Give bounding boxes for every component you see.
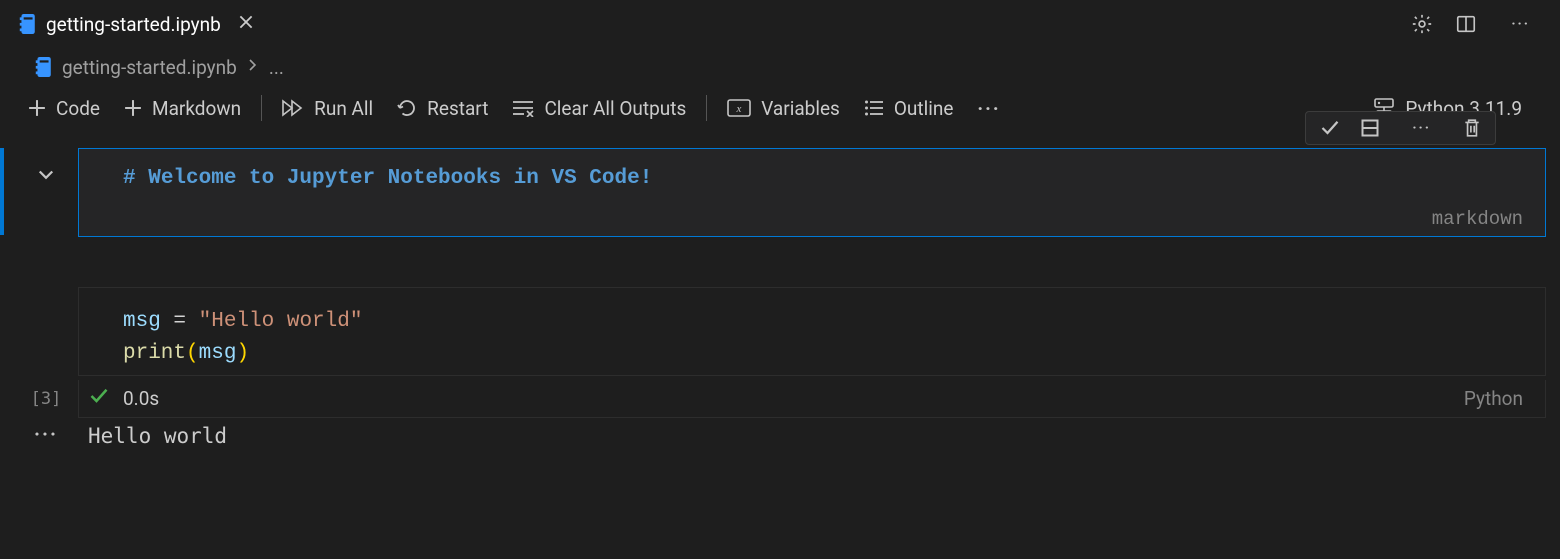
run-all-button[interactable]: Run All bbox=[270, 97, 385, 120]
svg-text:x: x bbox=[736, 103, 742, 115]
outline-label: Outline bbox=[894, 97, 954, 120]
code-line: msg = "Hello world" bbox=[123, 306, 1523, 338]
check-icon[interactable] bbox=[1320, 118, 1340, 138]
tab-bar: getting-started.ipynb ··· bbox=[0, 0, 1560, 48]
chevron-right-icon bbox=[247, 57, 259, 77]
separator bbox=[706, 95, 707, 121]
execution-count: [3] bbox=[14, 389, 78, 409]
more-icon[interactable]: ··· bbox=[1499, 16, 1542, 32]
focus-indicator bbox=[0, 148, 4, 235]
restart-icon bbox=[397, 98, 417, 118]
code-cell[interactable]: msg = "Hello world" print(msg) bbox=[14, 287, 1546, 376]
cell-language-label[interactable]: Python bbox=[1464, 387, 1523, 410]
breadcrumb-file[interactable]: getting-started.ipynb bbox=[62, 56, 237, 79]
variables-button[interactable]: x Variables bbox=[715, 97, 852, 120]
outline-icon bbox=[864, 99, 884, 117]
cell-output: ··· Hello world bbox=[14, 422, 1546, 448]
markdown-editor[interactable]: # Welcome to Jupyter Notebooks in VS Cod… bbox=[78, 148, 1546, 237]
run-all-label: Run All bbox=[314, 97, 373, 120]
success-icon bbox=[89, 386, 109, 411]
split-editor-icon[interactable] bbox=[1455, 13, 1477, 35]
plus-icon bbox=[124, 99, 142, 117]
chevron-down-icon[interactable] bbox=[36, 164, 56, 188]
trash-icon[interactable] bbox=[1463, 118, 1481, 138]
code-editor[interactable]: msg = "Hello world" print(msg) bbox=[78, 287, 1546, 376]
cell-language-label[interactable]: markdown bbox=[123, 208, 1523, 230]
breadcrumb[interactable]: getting-started.ipynb ... bbox=[0, 48, 1560, 86]
run-all-icon bbox=[282, 98, 304, 118]
output-text: Hello world bbox=[78, 422, 1546, 448]
close-icon[interactable] bbox=[237, 12, 255, 36]
breadcrumb-more[interactable]: ... bbox=[269, 56, 284, 79]
plus-icon bbox=[28, 99, 46, 117]
code-line: print(msg) bbox=[123, 338, 1523, 370]
cell-action-bar: ··· bbox=[1305, 111, 1496, 145]
restart-label: Restart bbox=[427, 97, 488, 120]
add-code-label: Code bbox=[56, 97, 100, 120]
notebook-icon bbox=[34, 57, 52, 77]
clear-outputs-button[interactable]: Clear All Outputs bbox=[500, 97, 698, 120]
execution-status: [3] 0.0s Python bbox=[14, 380, 1546, 418]
clear-outputs-label: Clear All Outputs bbox=[544, 97, 686, 120]
gear-icon[interactable] bbox=[1411, 13, 1433, 35]
more-icon[interactable]: ··· bbox=[965, 97, 1012, 120]
add-markdown-button[interactable]: Markdown bbox=[112, 97, 253, 120]
cell-gutter bbox=[14, 287, 78, 376]
more-icon[interactable]: ··· bbox=[14, 422, 78, 448]
outline-button[interactable]: Outline bbox=[852, 97, 966, 120]
execution-duration: 0.0s bbox=[123, 387, 159, 410]
editor-tab[interactable]: getting-started.ipynb bbox=[0, 0, 270, 48]
clear-outputs-icon bbox=[512, 99, 534, 117]
more-icon[interactable]: ··· bbox=[1400, 120, 1443, 136]
separator bbox=[261, 95, 262, 121]
md-text: Welcome to Jupyter Notebooks in VS Code! bbox=[136, 167, 653, 190]
variables-label: Variables bbox=[761, 97, 840, 120]
restart-button[interactable]: Restart bbox=[385, 97, 500, 120]
md-hash: # bbox=[123, 167, 136, 190]
tab-title: getting-started.ipynb bbox=[46, 13, 221, 36]
notebook-icon bbox=[18, 14, 36, 34]
add-code-button[interactable]: Code bbox=[16, 97, 112, 120]
add-markdown-label: Markdown bbox=[152, 97, 241, 120]
notebook-cells: ··· # Welcome to Jupyter Notebooks in VS… bbox=[0, 130, 1560, 448]
split-cell-icon[interactable] bbox=[1360, 118, 1380, 138]
markdown-cell[interactable]: ··· # Welcome to Jupyter Notebooks in VS… bbox=[14, 148, 1546, 237]
cell-gutter bbox=[14, 148, 78, 237]
variables-icon: x bbox=[727, 99, 751, 117]
